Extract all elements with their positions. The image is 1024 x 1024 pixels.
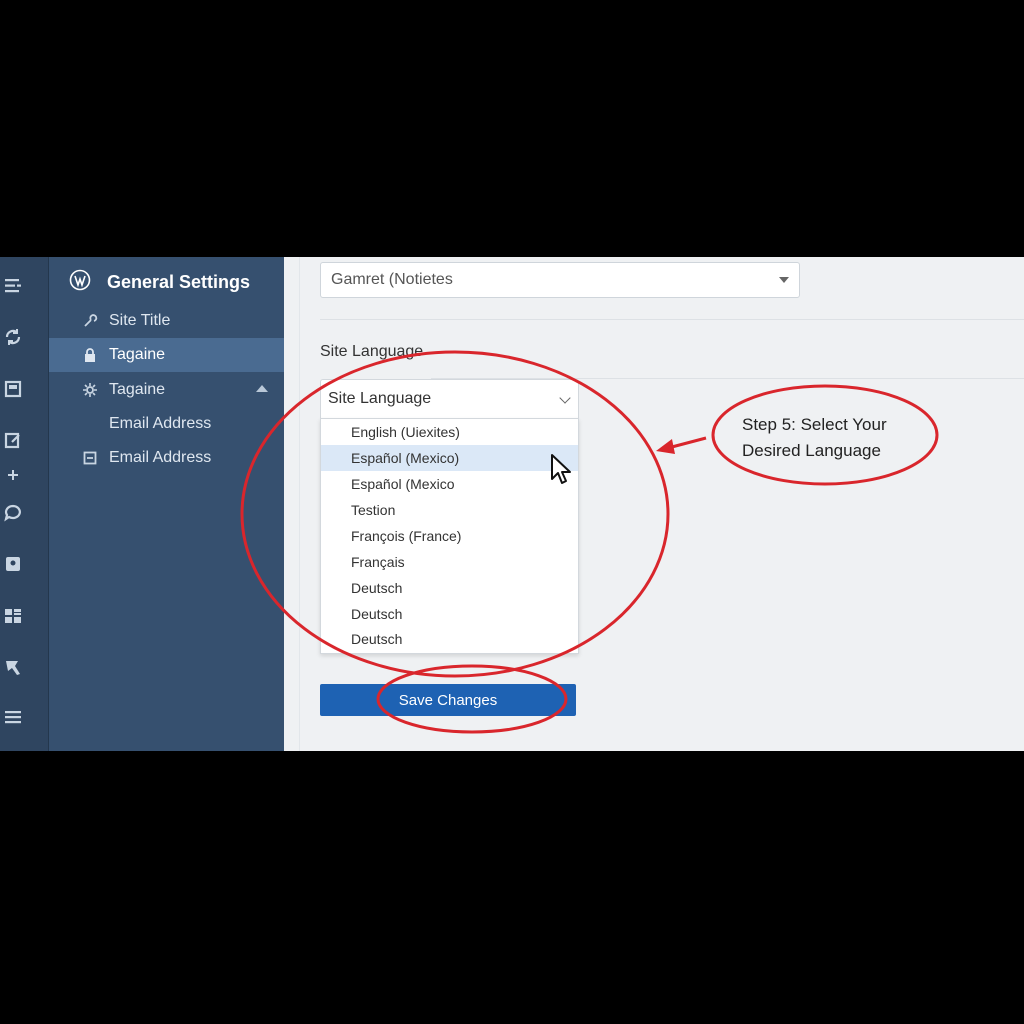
sidebar-item-tagaine[interactable]: Tagaine [49, 338, 284, 372]
sidebar-item-tagaine-expandable[interactable]: Tagaine [49, 373, 284, 407]
edit-icon[interactable] [2, 429, 24, 451]
grid-icon[interactable] [2, 605, 24, 627]
gear-icon [81, 381, 99, 399]
settings-window: General Settings Site Title Tagaine Taga… [0, 257, 1024, 751]
site-language-label: Site Language [320, 343, 424, 360]
pointer-icon[interactable] [2, 657, 24, 679]
language-option[interactable]: Español (Mexico [321, 471, 578, 497]
content-divider [299, 257, 300, 751]
chevron-down-icon [559, 392, 571, 404]
sync-icon[interactable] [2, 326, 24, 348]
menu-icon[interactable] [2, 275, 24, 297]
admin-icon-rail [0, 257, 49, 751]
language-option[interactable]: Français [321, 549, 578, 575]
language-option[interactable]: Deutsch [321, 575, 578, 601]
language-option[interactable]: English (Uiexites) [321, 419, 578, 445]
sidebar-item-site-title[interactable]: Site Title [49, 304, 284, 338]
sidebar-subitem-email-address[interactable]: Email Address [49, 407, 284, 441]
language-option[interactable]: Testion [321, 497, 578, 523]
section-divider [320, 319, 1024, 320]
plus-icon[interactable] [2, 464, 24, 486]
chevron-down-icon [779, 277, 789, 283]
language-options-list: English (Uiexites) Español (Mexico) Espa… [320, 418, 579, 654]
posts-icon[interactable] [2, 378, 24, 400]
comment-icon[interactable] [2, 502, 24, 524]
wordpress-logo-icon [69, 269, 107, 296]
site-language-select[interactable]: Site Language [320, 379, 579, 418]
list-icon[interactable] [2, 706, 24, 728]
sidebar-item-email-address[interactable]: Email Address [49, 441, 284, 475]
caret-up-icon[interactable] [256, 385, 268, 392]
envelope-icon [81, 449, 99, 467]
save-changes-button[interactable]: Save Changes [320, 684, 576, 716]
wrench-icon [81, 312, 99, 330]
lock-icon [81, 346, 99, 364]
media-icon[interactable] [2, 553, 24, 575]
language-option[interactable]: Deutsch [321, 626, 578, 652]
language-option[interactable]: François (France) [321, 523, 578, 549]
mouse-cursor-icon [551, 454, 571, 484]
sidebar-title: General Settings [69, 269, 250, 295]
language-option-highlighted[interactable]: Español (Mexico) [321, 445, 578, 471]
settings-sidebar: General Settings Site Title Tagaine Taga… [49, 257, 284, 751]
settings-main: Gamret (Notietes Site Language Site Lang… [285, 257, 1024, 751]
language-option[interactable]: Deutsch [321, 601, 578, 627]
step-callout: Step 5: Select Your Desired Language [742, 415, 887, 460]
timezone-select[interactable]: Gamret (Notietes [320, 262, 800, 298]
